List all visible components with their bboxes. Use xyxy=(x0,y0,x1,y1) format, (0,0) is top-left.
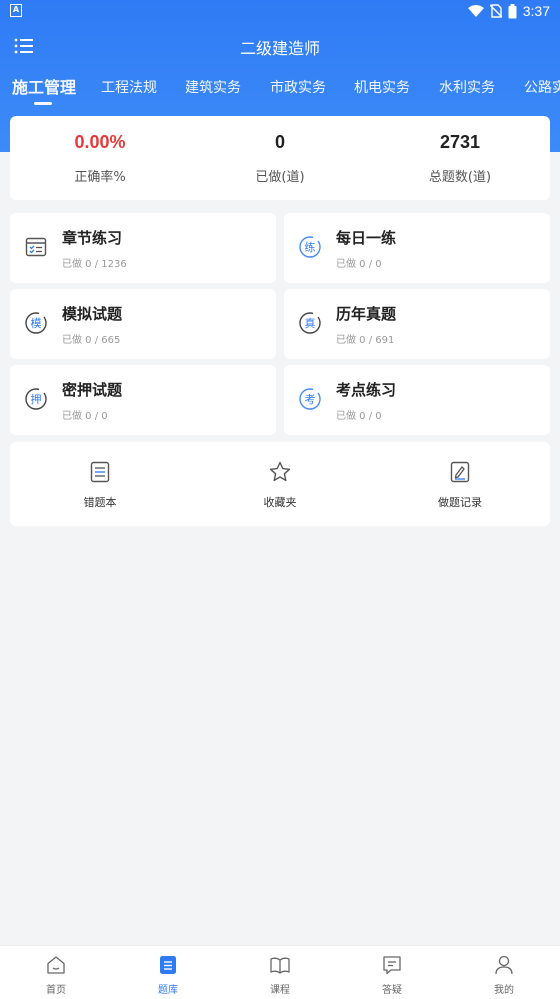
nav-question-bank[interactable]: 题库 xyxy=(112,946,224,999)
mock-exam-card[interactable]: 模 模拟试题 已做 0 / 665 xyxy=(10,289,276,359)
wrong-book-button[interactable]: 错题本 xyxy=(10,442,190,526)
secret-exam-title: 密押试题 xyxy=(62,381,123,399)
stats-card: 0.00% 正确率% 0 已做(道) 2731 总题数(道) xyxy=(10,116,550,200)
tab-building-practice[interactable]: 建筑实务 xyxy=(185,70,241,106)
nav-home[interactable]: 首页 xyxy=(0,946,112,999)
past-exam-progress: 已做 0 / 691 xyxy=(336,335,395,346)
history-button[interactable]: 做题记录 xyxy=(370,442,550,526)
svg-text:考: 考 xyxy=(305,393,316,406)
tab-electromechanical-practice[interactable]: 机电实务 xyxy=(354,70,410,106)
history-label: 做题记录 xyxy=(438,496,482,509)
tab-highway-practice[interactable]: 公路实 xyxy=(524,70,560,106)
key-point-card[interactable]: 考 考点练习 已做 0 / 0 xyxy=(284,365,550,435)
accuracy-value: 0.00% xyxy=(74,132,126,152)
star-icon xyxy=(269,461,291,482)
nav-profile[interactable]: 我的 xyxy=(448,946,560,999)
tab-construction-management[interactable]: 施工管理 xyxy=(12,70,76,106)
daily-practice-card[interactable]: 练 每日一练 已做 0 / 0 xyxy=(284,213,550,283)
nav-qa-label: 答疑 xyxy=(382,985,402,996)
svg-text:练: 练 xyxy=(305,240,316,254)
tab-water-conservancy-practice[interactable]: 水利实务 xyxy=(439,70,495,106)
favorites-button[interactable]: 收藏夹 xyxy=(190,442,370,526)
done-stat: 0 已做(道) xyxy=(190,116,370,200)
svg-text:模: 模 xyxy=(31,317,42,330)
favorites-label: 收藏夹 xyxy=(263,496,297,509)
daily-practice-progress: 已做 0 / 0 xyxy=(336,259,382,270)
qa-icon xyxy=(383,956,401,975)
nav-course-label: 课程 xyxy=(270,985,290,996)
nav-profile-label: 我的 xyxy=(494,985,514,996)
chapter-practice-title: 章节练习 xyxy=(62,229,123,247)
svg-text:押: 押 xyxy=(31,392,42,406)
accuracy-label: 正确率% xyxy=(74,170,126,185)
bottom-nav: 首页 题库 课程 答疑 我的 xyxy=(0,945,560,999)
mock-exam-title: 模拟试题 xyxy=(62,305,123,323)
wrongbook-icon xyxy=(90,461,110,483)
subject-tabs: 施工管理 工程法规 建筑实务 市政实务 机电实务 水利实务 公路实 xyxy=(0,70,560,110)
chapter-practice-progress: 已做 0 / 1236 xyxy=(62,259,127,270)
done-label: 已做(道) xyxy=(255,170,305,185)
no-sim-icon xyxy=(489,4,502,18)
page-title: 二级建造师 xyxy=(239,39,320,58)
nav-qa[interactable]: 答疑 xyxy=(336,946,448,999)
daily-practice-title: 每日一练 xyxy=(336,229,397,247)
chapter-practice-card[interactable]: 章节练习 已做 0 / 1236 xyxy=(10,213,276,283)
total-stat: 2731 总题数(道) xyxy=(370,116,550,200)
record-icon xyxy=(450,461,470,483)
svg-text:真: 真 xyxy=(305,316,316,330)
nav-home-label: 首页 xyxy=(46,985,66,996)
wrong-book-label: 错题本 xyxy=(83,496,117,509)
home-icon xyxy=(47,956,65,974)
course-icon xyxy=(270,957,290,974)
tab-engineering-law[interactable]: 工程法规 xyxy=(101,70,157,106)
key-point-progress: 已做 0 / 0 xyxy=(336,411,382,422)
question-bank-icon xyxy=(160,956,176,974)
done-value: 0 xyxy=(274,132,285,152)
past-exam-card[interactable]: 真 历年真题 已做 0 / 691 xyxy=(284,289,550,359)
secret-icon: 押 xyxy=(25,388,47,410)
key-point-title: 考点练习 xyxy=(336,381,397,399)
past-exam-title: 历年真题 xyxy=(336,305,397,323)
wifi-icon xyxy=(467,5,484,17)
clock: 3:37 xyxy=(522,3,550,19)
nav-course[interactable]: 课程 xyxy=(224,946,336,999)
tab-municipal-practice[interactable]: 市政实务 xyxy=(270,70,326,106)
secret-exam-card[interactable]: 押 密押试题 已做 0 / 0 xyxy=(10,365,276,435)
secret-exam-progress: 已做 0 / 0 xyxy=(62,411,108,422)
status-bar: A 3:37 xyxy=(0,0,560,24)
nav-question-bank-label: 题库 xyxy=(158,985,178,996)
real-icon: 真 xyxy=(299,312,321,334)
chapter-icon xyxy=(25,237,47,257)
title-bar: 二级建造师 xyxy=(0,24,560,68)
battery-icon xyxy=(508,3,517,18)
total-value: 2731 xyxy=(439,132,481,152)
point-icon: 考 xyxy=(299,388,321,410)
accuracy-stat: 0.00% 正确率% xyxy=(10,116,190,200)
tools-card: 错题本 收藏夹 做题记录 xyxy=(10,442,550,526)
mock-icon: 模 xyxy=(25,312,47,334)
mock-exam-progress: 已做 0 / 665 xyxy=(62,335,121,346)
notification-icon: A xyxy=(10,4,22,17)
daily-icon: 练 xyxy=(299,236,321,258)
total-label: 总题数(道) xyxy=(428,170,492,185)
profile-icon xyxy=(495,955,513,975)
